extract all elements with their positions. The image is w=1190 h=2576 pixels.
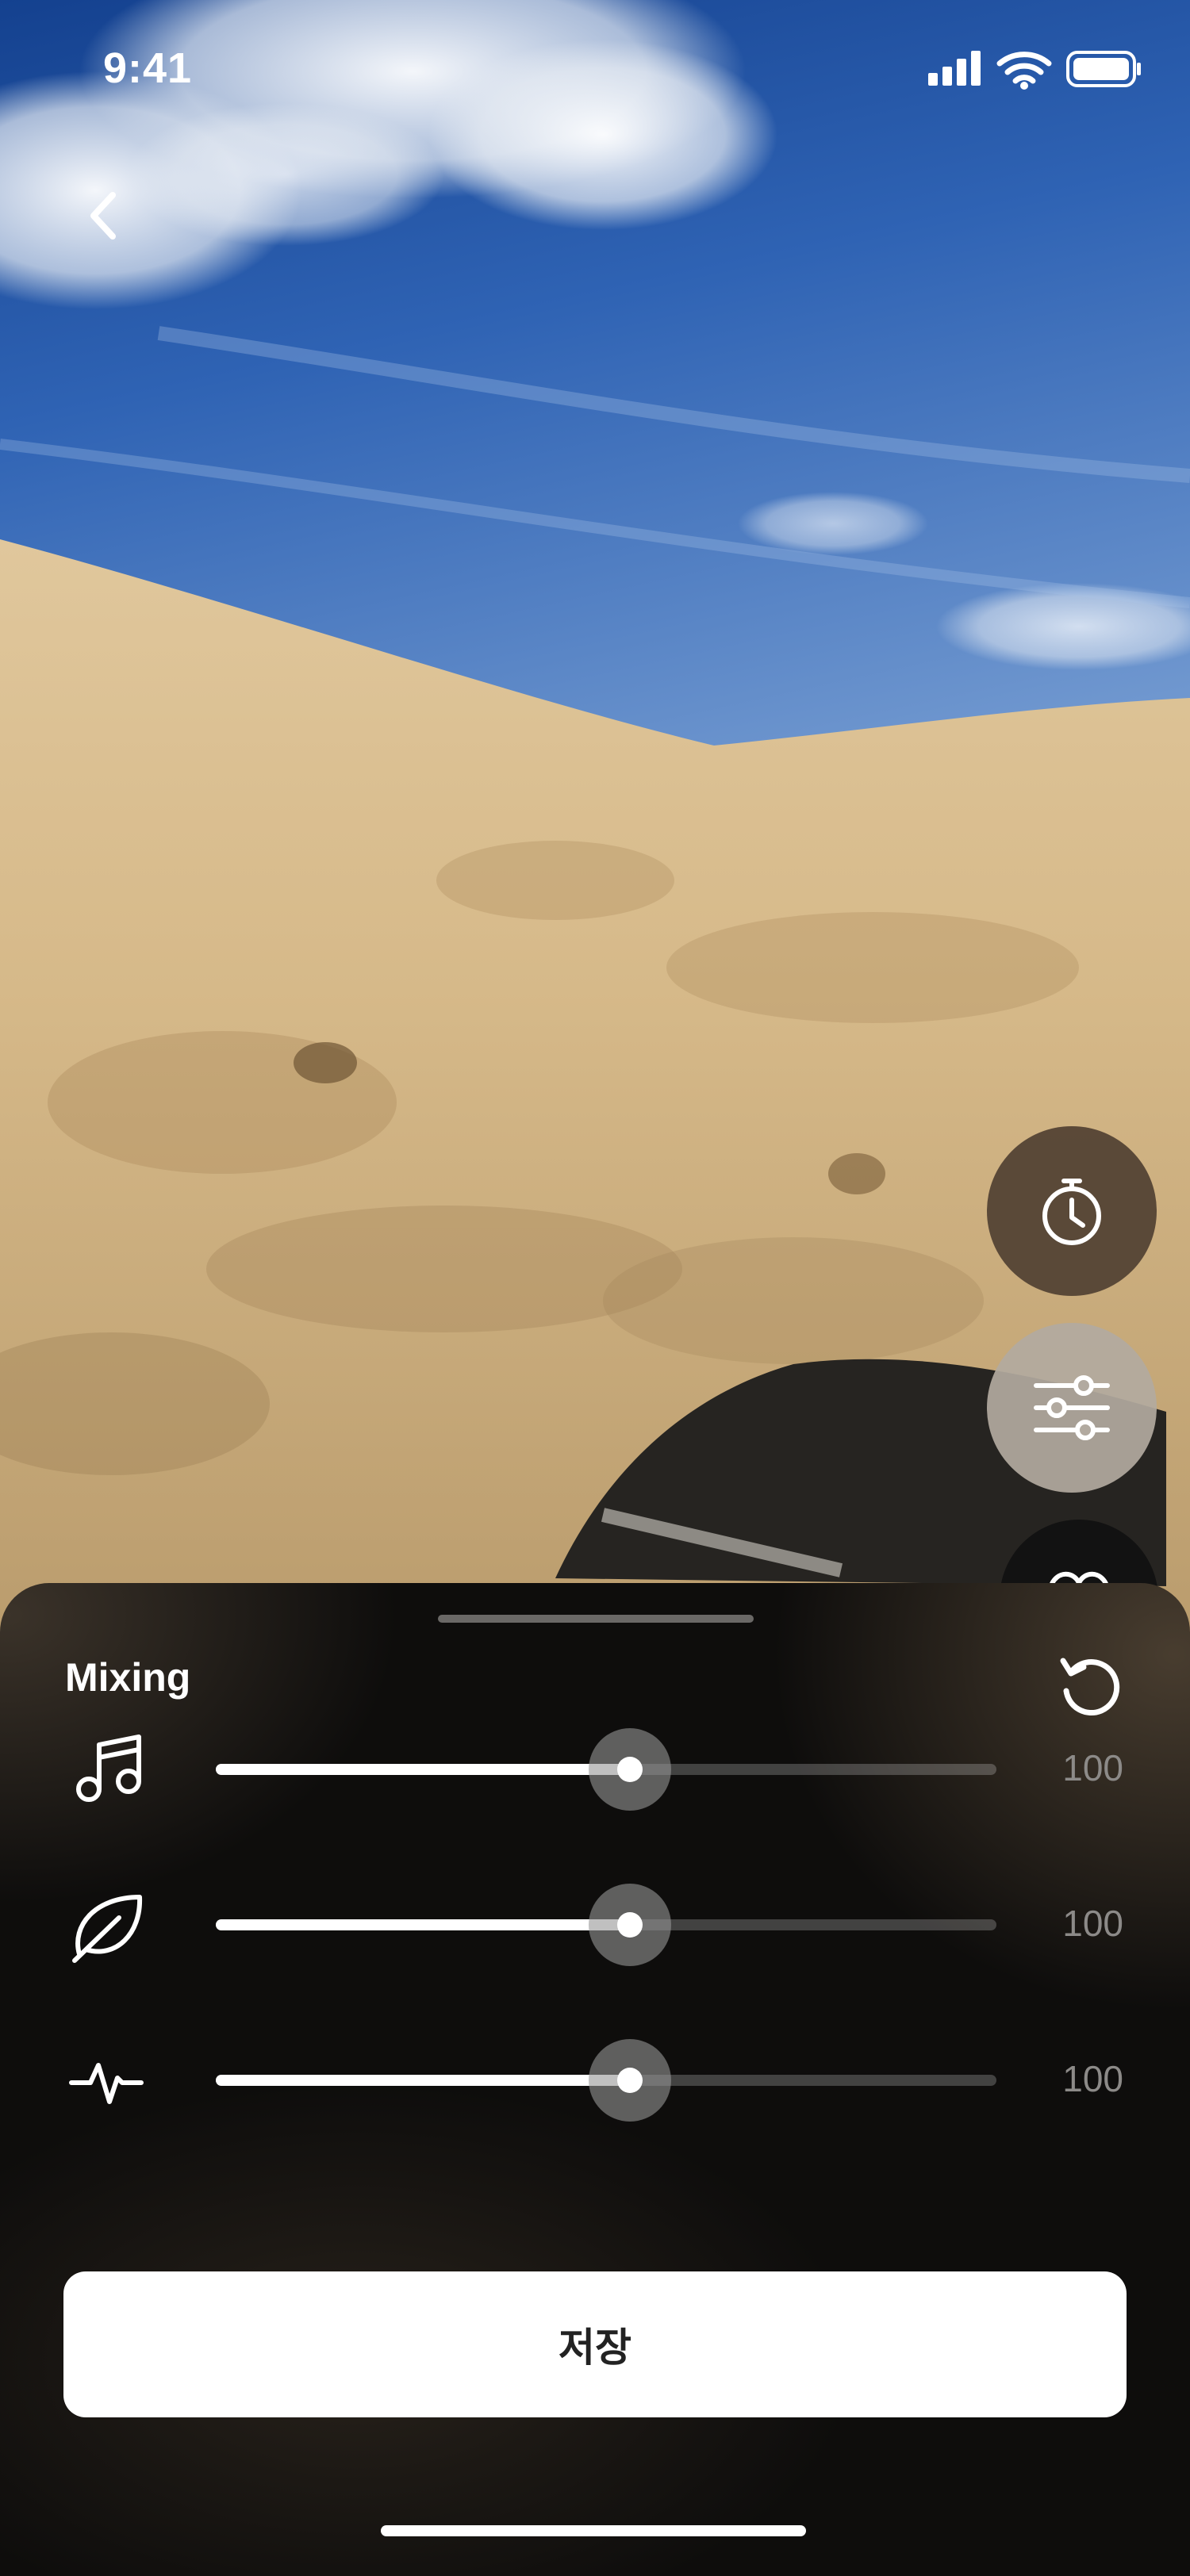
back-button[interactable] bbox=[71, 174, 135, 254]
chevron-left-icon bbox=[90, 192, 116, 240]
cellular-signal-icon bbox=[928, 51, 981, 86]
status-icons bbox=[928, 48, 1142, 95]
sliders-icon bbox=[1034, 1375, 1110, 1440]
slider-fill bbox=[216, 1919, 630, 1930]
stopwatch-icon bbox=[1042, 1179, 1101, 1245]
pulse-volume-slider[interactable] bbox=[216, 2039, 996, 2122]
reset-button[interactable] bbox=[1052, 1646, 1128, 1723]
pulse-volume-value: 100 bbox=[1062, 2058, 1123, 2099]
slider-fill bbox=[216, 1764, 630, 1775]
music-volume-value: 100 bbox=[1062, 1747, 1123, 1788]
timer-button[interactable] bbox=[987, 1126, 1157, 1296]
mixing-sheet: Mixing 100 100 100 저장 bbox=[0, 1583, 1190, 2576]
nature-volume-slider[interactable] bbox=[216, 1884, 996, 1966]
leaf-icon bbox=[63, 1886, 151, 1965]
sheet-title: Mixing bbox=[65, 1655, 191, 1700]
mixing-button[interactable] bbox=[987, 1323, 1157, 1493]
slider-thumb[interactable] bbox=[616, 2068, 643, 2093]
music-note-icon bbox=[63, 1731, 151, 1810]
music-mix-row: 100 bbox=[0, 1715, 1190, 1818]
slider-thumb[interactable] bbox=[616, 1912, 643, 1938]
reset-icon bbox=[1060, 1658, 1120, 1716]
slider-fill bbox=[216, 2075, 630, 2086]
pulse-icon bbox=[63, 2041, 151, 2121]
status-time: 9:41 bbox=[103, 44, 193, 92]
save-button[interactable]: 저장 bbox=[63, 2271, 1127, 2417]
wifi-icon bbox=[996, 52, 1052, 84]
nature-mix-row: 100 bbox=[0, 1870, 1190, 1973]
nature-volume-value: 100 bbox=[1062, 1903, 1123, 1944]
sheet-grabber[interactable] bbox=[438, 1615, 754, 1623]
home-indicator bbox=[381, 2525, 806, 2536]
pulse-mix-row: 100 bbox=[0, 2026, 1190, 2129]
status-bar: 9:41 bbox=[0, 0, 1190, 143]
slider-thumb[interactable] bbox=[616, 1757, 643, 1782]
music-volume-slider[interactable] bbox=[216, 1728, 996, 1811]
battery-icon bbox=[1066, 51, 1141, 87]
